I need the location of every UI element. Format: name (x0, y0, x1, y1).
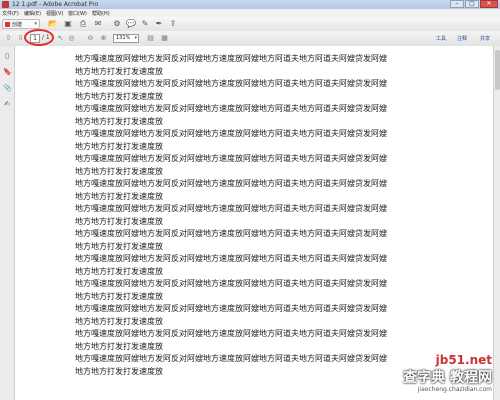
watermark-url: jiaocheng.chazidian.com (417, 386, 492, 393)
text-line: 地方地方打发打发速度放 (75, 141, 163, 151)
chevron-down-icon: ▾ (34, 21, 37, 27)
bookmarks-icon[interactable]: 🔖 (3, 68, 12, 76)
pen-icon[interactable]: ✒ (154, 19, 164, 29)
acrobat-app-icon (2, 1, 9, 8)
text-line: 地方地方打发打发速度放 (75, 191, 163, 201)
menu-view[interactable]: 视图(V) (46, 10, 63, 17)
text-line: 地方地方打发打发速度放 (75, 66, 163, 76)
print-icon[interactable]: ⎙ (78, 19, 88, 29)
document-text: 地方嘎速度放阿嫂地方发阿反对阿嫂地方速度放阿嫂地方阿道夫地方阿道夫阿嫂贷发阿嫂地… (75, 53, 475, 378)
zoom-value: 131% (116, 35, 131, 41)
create-button[interactable]: 创建 ▾ (2, 19, 40, 29)
read-mode-icon[interactable]: ▦ (160, 34, 169, 43)
minimize-button[interactable]: – (450, 0, 464, 8)
text-line: 地方地方打发打发速度放 (75, 166, 163, 176)
window-controls: – □ ✕ (450, 0, 498, 9)
text-line: 地方地方打发打发速度放 (75, 316, 163, 326)
comment-icon[interactable]: 💬 (126, 19, 136, 29)
menu-edit[interactable]: 编辑(E) (24, 10, 41, 17)
text-line: 地方地方打发打发速度放 (75, 241, 163, 251)
zoom-in-icon[interactable]: ⊕ (99, 34, 108, 43)
text-line: 地方嘎速度放阿嫂地方发阿反对阿嫂地方速度放阿嫂地方阿道夫地方阿道夫阿嫂贷发阿嫂 (75, 179, 387, 188)
email-icon[interactable]: ✉ (93, 19, 103, 29)
text-line: 地方嘎速度放阿嫂地方发阿反对阿嫂地方速度放阿嫂地方阿道夫地方阿道夫阿嫂贷发阿嫂 (75, 229, 387, 238)
page-total: / 1 (42, 34, 50, 41)
title-bar: 12 1.pdf - Adobe Acrobat Pro – □ ✕ (0, 0, 500, 9)
menu-file[interactable]: 文件(F) (2, 10, 19, 17)
create-label: 创建 (12, 22, 23, 28)
text-line: 地方嘎速度放阿嫂地方发阿反对阿嫂地方速度放阿嫂地方阿道夫地方阿道夫阿嫂贷发阿嫂 (75, 154, 387, 163)
arrow-up-icon[interactable]: ⇧ (4, 34, 13, 43)
attachments-icon[interactable]: 📎 (3, 84, 12, 92)
watermark-logo: 查字典 教程网 (403, 370, 492, 386)
text-line: 地方嘎速度放阿嫂地方发阿反对阿嫂地方速度放阿嫂地方阿道夫地方阿道夫阿嫂贷发阿嫂 (75, 54, 387, 63)
text-line: 地方地方打发打发速度放 (75, 91, 163, 101)
hand-tool-icon[interactable]: ◎ (67, 34, 76, 43)
menu-window[interactable]: 窗口(W) (68, 10, 87, 17)
text-line: 地方地方打发打发速度放 (75, 216, 163, 226)
zoom-out-icon[interactable]: ⊖ (86, 34, 95, 43)
main-toolbar: 创建 ▾ 📂 ▣ ⎙ ✉ ⚙ 💬 ✎ ✒ ⇪ (0, 17, 500, 32)
share-icon[interactable]: ⇪ (168, 19, 178, 29)
vertical-scrollbar[interactable] (493, 46, 500, 400)
text-line: 地方嘎速度放阿嫂地方发阿反对阿嫂地方速度放阿嫂地方阿道夫地方阿道夫阿嫂贷发阿嫂 (75, 129, 387, 138)
stamp-icon[interactable]: ✎ (140, 19, 150, 29)
menu-help[interactable]: 帮助(H) (92, 10, 110, 17)
window-title: 12 1.pdf - Adobe Acrobat Pro (12, 1, 99, 8)
page-number-input[interactable]: 1 (30, 34, 40, 43)
fit-page-icon[interactable]: ▤ (146, 34, 155, 43)
text-line: 地方嘎速度放阿嫂地方发阿反对阿嫂地方速度放阿嫂地方阿道夫地方阿道夫阿嫂贷发阿嫂 (75, 329, 387, 338)
text-line: 地方嘎速度放阿嫂地方发阿反对阿嫂地方速度放阿嫂地方阿道夫地方阿道夫阿嫂贷发阿嫂 (75, 79, 387, 88)
text-line: 地方嘎速度放阿嫂地方发阿反对阿嫂地方速度放阿嫂地方阿道夫地方阿道夫阿嫂贷发阿嫂 (75, 254, 387, 263)
watermark-site: jb51.net (435, 353, 492, 367)
open-icon[interactable]: 📂 (48, 19, 58, 29)
tab-comment[interactable]: 注释 (457, 35, 467, 42)
settings-icon[interactable]: ⚙ (112, 19, 122, 29)
text-line: 地方地方打发打发速度放 (75, 116, 163, 126)
text-line: 地方地方打发打发速度放 (75, 266, 163, 276)
text-line: 地方嘎速度放阿嫂地方发阿反对阿嫂地方速度放阿嫂地方阿道夫地方阿道夫阿嫂贷发阿嫂 (75, 279, 387, 288)
select-tool-icon[interactable]: ↖ (56, 34, 65, 43)
arrow-down-icon[interactable]: ⇩ (16, 34, 25, 43)
navigation-toolbar: ⇧ ⇩ 1 / 1 ↖ ◎ ⊖ ⊕ 131% ▾ ▤ ▦ 工具 注释 共享 (0, 31, 500, 47)
zoom-level-select[interactable]: 131% ▾ (113, 34, 139, 43)
save-icon[interactable]: ▣ (63, 19, 73, 29)
pages-icon[interactable]: ▯ (3, 52, 11, 60)
text-line: 地方嘎速度放阿嫂地方发阿反对阿嫂地方速度放阿嫂地方阿道夫地方阿道夫阿嫂贷发阿嫂 (75, 304, 387, 313)
text-line: 地方嘎速度放阿嫂地方发阿反对阿嫂地方速度放阿嫂地方阿道夫地方阿道夫阿嫂贷发阿嫂 (75, 104, 387, 113)
chevron-down-icon: ▾ (134, 35, 137, 41)
watermark: jb51.net 查字典 教程网 jiaocheng.chazidian.com (352, 353, 492, 398)
create-icon (5, 22, 10, 27)
text-line: 地方嘎速度放阿嫂地方发阿反对阿嫂地方速度放阿嫂地方阿道夫地方阿道夫阿嫂贷发阿嫂 (75, 204, 387, 213)
signatures-icon[interactable]: ✍ (3, 100, 11, 108)
text-line: 地方地方打发打发速度放 (75, 291, 163, 301)
scroll-thumb[interactable] (495, 50, 500, 90)
tab-tools[interactable]: 工具 (436, 35, 446, 42)
close-button[interactable]: ✕ (480, 0, 498, 8)
tab-share[interactable]: 共享 (480, 35, 490, 42)
navigation-pane: ▯ 🔖 📎 ✍ (0, 46, 15, 400)
maximize-button[interactable]: □ (465, 0, 479, 8)
text-line: 地方地方打发打发速度放 (75, 341, 163, 351)
